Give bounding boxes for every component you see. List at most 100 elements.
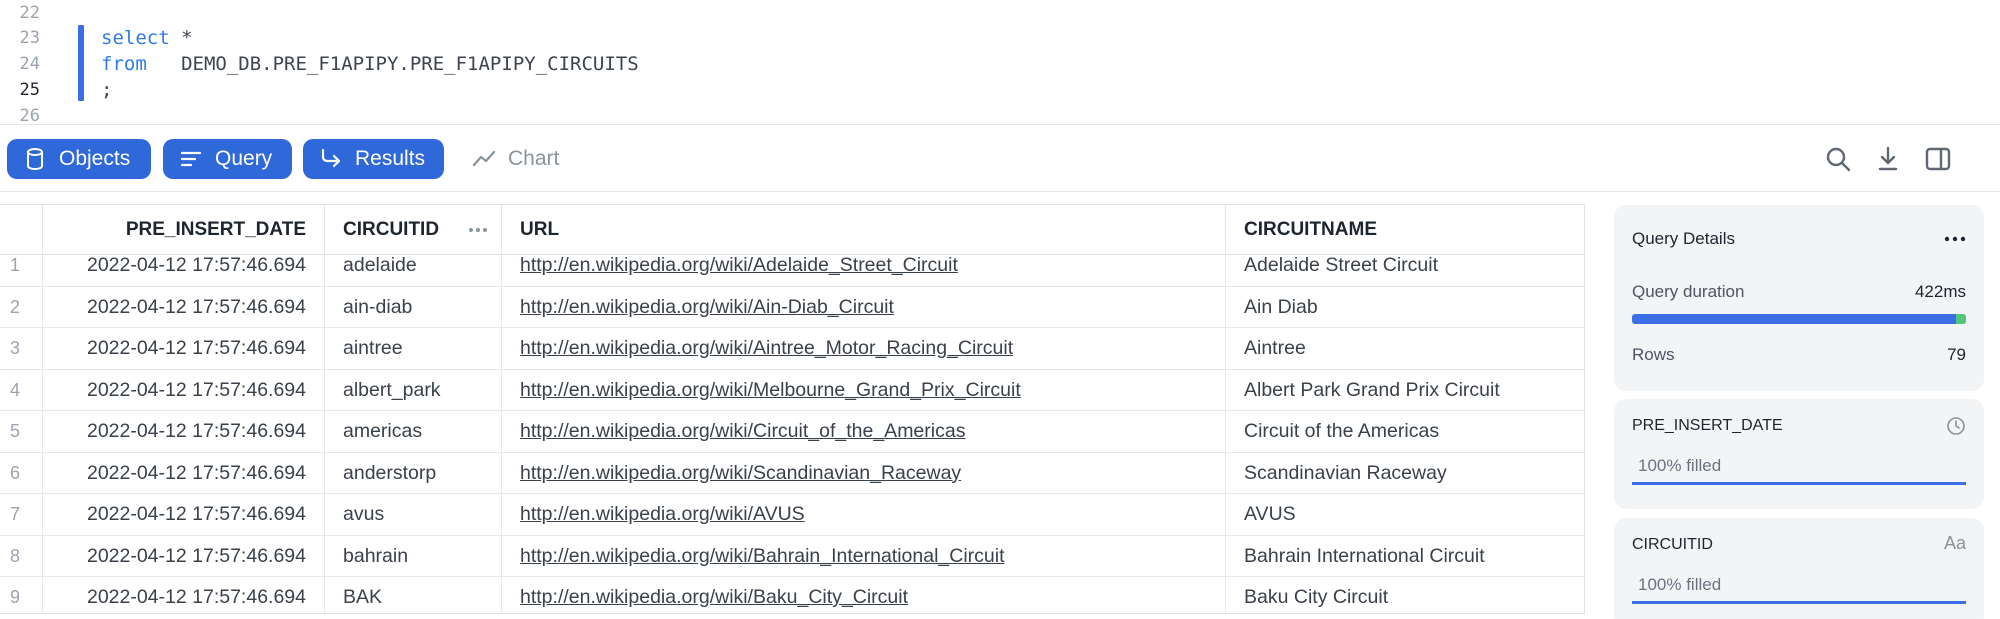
column-stat-name: PRE_INSERT_DATE [1632, 417, 1783, 434]
cell-circuitid: anderstorp [324, 452, 501, 494]
cell-pre-insert-date: 2022-04-12 17:57:46.694 [42, 535, 324, 577]
code-line-23[interactable]: 23 select * [0, 25, 2000, 51]
column-stats-pre-insert-date[interactable]: PRE_INSERT_DATE 100% filled [1614, 399, 1984, 509]
rows-value: 79 [1947, 345, 1966, 364]
database-icon [27, 148, 43, 171]
query-duration-bar-remainder [1955, 314, 1966, 324]
query-duration-value: 422ms [1914, 282, 1966, 301]
cell-url[interactable]: http://en.wikipedia.org/wiki/Bahrain_Int… [501, 535, 1225, 577]
table-row[interactable]: 9 2022-04-12 17:57:46.694 BAK http://en.wik… [0, 577, 1584, 613]
row-number: 1 [10, 255, 21, 275]
code-text[interactable]: ; [101, 77, 112, 103]
code-line-24[interactable]: 24 from DEMO_DB.PRE_F1APIPY.PRE_F1APIPY_… [0, 51, 2000, 77]
cell-url[interactable]: http://en.wikipedia.org/wiki/Aintree_Mot… [501, 328, 1225, 370]
cell-circuitid: BAK [324, 577, 501, 613]
cell-pre-insert-date: 2022-04-12 17:57:46.694 [42, 494, 324, 536]
table-row[interactable]: 8 2022-04-12 17:57:46.694 bahrain http://en… [0, 535, 1584, 577]
more-options-icon[interactable] [1944, 235, 1966, 243]
download-icon[interactable] [1874, 145, 1902, 173]
chart-tab[interactable]: Chart [472, 139, 559, 179]
table-row[interactable]: 7 2022-04-12 17:57:46.694 avus http://en.wi… [0, 494, 1584, 536]
return-arrow-icon [321, 148, 341, 168]
cell-pre-insert-date: 2022-04-12 17:57:46.694 [42, 328, 324, 370]
code-line-22: 22 [0, 0, 2000, 26]
cell-pre-insert-date: 2022-04-12 17:57:46.694 [42, 452, 324, 494]
cell-url[interactable]: http://en.wikipedia.org/wiki/Ain-Diab_Ci… [501, 286, 1225, 328]
cell-circuitid: avus [324, 494, 501, 536]
text-lines-icon [180, 151, 202, 167]
cell-pre-insert-date: 2022-04-12 17:57:46.694 [42, 577, 324, 613]
cell-circuitid: bahrain [324, 535, 501, 577]
query-details-card: Query Details Query duration 422ms Rows … [1614, 205, 1984, 391]
cell-circuitname: Bahrain International Circuit [1225, 535, 1584, 577]
line-chart-icon [472, 150, 496, 167]
cell-circuitname: Aintree [1225, 328, 1584, 370]
cell-circuitname: Albert Park Grand Prix Circuit [1225, 369, 1584, 411]
cell-circuitid: adelaide [324, 245, 501, 287]
row-number: 3 [10, 338, 21, 358]
row-number: 2 [10, 296, 21, 317]
query-details-title: Query Details [1632, 229, 1735, 248]
table-row[interactable]: 2 2022-04-12 17:57:46.694 ain-diab http://e… [0, 286, 1584, 328]
code-line-25[interactable]: 25 ; [0, 77, 2000, 103]
table-row[interactable]: 4 2022-04-12 17:57:46.694 albert_park http:… [0, 369, 1584, 411]
cell-pre-insert-date: 2022-04-12 17:57:46.694 [42, 369, 324, 411]
code-text[interactable]: select * [101, 25, 193, 51]
query-label: Query [215, 147, 273, 170]
query-duration-label: Query duration [1632, 282, 1745, 301]
cell-circuitname: Scandinavian Raceway [1225, 452, 1584, 494]
table-row[interactable]: 3 2022-04-12 17:57:46.694 aintree http://en… [0, 328, 1584, 370]
cell-url[interactable]: http://en.wikipedia.org/wiki/Adelaide_St… [501, 245, 1225, 287]
line-number: 26 [19, 106, 40, 124]
column-stat-name: CIRCUITID [1632, 536, 1713, 553]
code-rest: * [169, 27, 193, 49]
cell-url[interactable]: http://en.wikipedia.org/wiki/AVUS [501, 494, 1225, 536]
cell-pre-insert-date: 2022-04-12 17:57:46.694 [42, 411, 324, 453]
cell-url[interactable]: http://en.wikipedia.org/wiki/Circuit_of_… [501, 411, 1225, 453]
keyword-from: from [101, 53, 147, 75]
table-row[interactable]: 6 2022-04-12 17:57:46.694 anderstorp http:/… [0, 452, 1584, 494]
objects-button[interactable]: Objects [7, 139, 151, 179]
column-stats-circuitid[interactable]: CIRCUITID Aa 100% filled [1614, 518, 1984, 619]
row-number: 6 [10, 462, 21, 483]
column-filled-indicator: 100% filled [1632, 451, 1966, 485]
line-number: 22 [19, 3, 40, 23]
cell-pre-insert-date: 2022-04-12 17:57:46.694 [42, 286, 324, 328]
row-number: 5 [10, 421, 21, 441]
cell-circuitid: americas [324, 411, 501, 453]
results-label: Results [355, 147, 426, 170]
text-type-icon: Aa [1943, 533, 1966, 553]
more-options-icon[interactable] [467, 225, 489, 235]
query-button[interactable]: Query [163, 139, 292, 179]
cell-circuitid: aintree [324, 328, 501, 370]
cell-circuitname: Baku City Circuit [1225, 577, 1584, 613]
query-duration-bar [1632, 314, 1966, 324]
table-row[interactable]: 5 2022-04-12 17:57:46.694 americas http://e… [0, 411, 1584, 453]
column-filled-indicator: 100% filled [1632, 570, 1966, 604]
cell-circuitname: Ain Diab [1225, 286, 1584, 328]
row-number: 7 [10, 504, 21, 524]
cell-circuitname: Adelaide Street Circuit [1225, 245, 1584, 287]
line-number: 25 [19, 80, 40, 100]
results-toolbar: Objects Query Results Chart [0, 124, 2000, 192]
results-button[interactable]: Results [303, 139, 444, 179]
code-rest: DEMO_DB.PRE_F1APIPY.PRE_F1APIPY_CIRCUITS [146, 53, 639, 75]
cell-url[interactable]: http://en.wikipedia.org/wiki/Melbourne_G… [501, 369, 1225, 411]
cell-pre-insert-date: 2022-04-12 17:57:46.694 [42, 245, 324, 287]
cell-url[interactable]: http://en.wikipedia.org/wiki/Baku_City_C… [501, 577, 1225, 613]
clock-icon [1947, 417, 1965, 435]
objects-label: Objects [59, 147, 131, 170]
table-row[interactable]: 1 2022-04-12 17:57:46.694 adelaide http://e… [0, 245, 1584, 287]
search-icon[interactable] [1824, 145, 1852, 173]
cell-url[interactable]: http://en.wikipedia.org/wiki/Scandinavia… [501, 452, 1225, 494]
cell-circuitname: AVUS [1225, 494, 1584, 536]
cell-circuitname: Circuit of the Americas [1225, 411, 1584, 453]
keyword-select: select [101, 27, 170, 49]
code-line-26: 26 [0, 103, 2000, 124]
chart-label: Chart [508, 147, 560, 170]
code-text[interactable]: from DEMO_DB.PRE_F1APIPY.PRE_F1APIPY_CIR… [101, 51, 639, 77]
cell-circuitid: albert_park [324, 369, 501, 411]
split-panel-icon[interactable] [1924, 145, 1952, 173]
line-number: 24 [19, 54, 40, 74]
sql-editor[interactable]: 22 23 select * 24 from DEMO_DB.PRE_F1API… [0, 0, 2000, 124]
